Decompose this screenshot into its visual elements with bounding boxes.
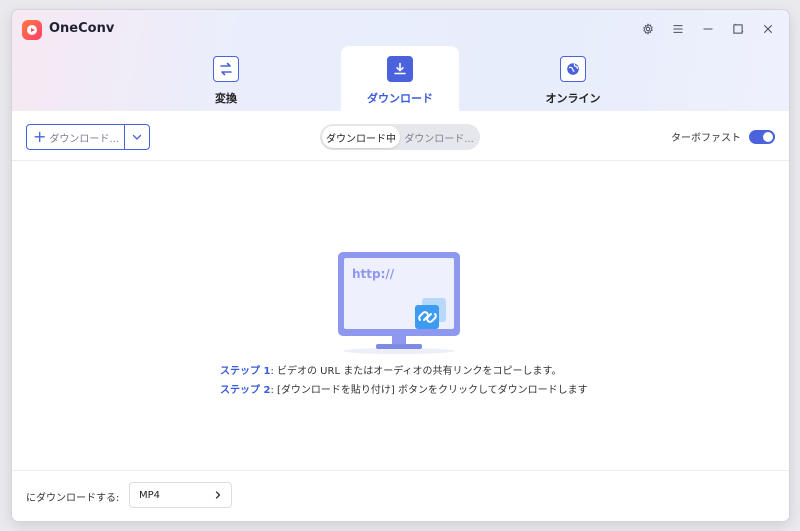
tab-online[interactable]: オンライン bbox=[514, 46, 632, 111]
window-controls bbox=[635, 18, 781, 40]
monitor-url-text: http:// bbox=[352, 267, 395, 281]
tab-label: 変換 bbox=[215, 92, 237, 105]
paste-download-dropdown[interactable] bbox=[124, 125, 149, 149]
output-format-value: MP4 bbox=[139, 489, 161, 501]
paste-download-main[interactable]: + ダウンロード... bbox=[27, 125, 124, 149]
turbo-fast-label: ターボファスト bbox=[671, 133, 741, 144]
step-2: ステップ 2: [ダウンロードを貼り付け] ボタンをクリックしてダウンロードしま… bbox=[220, 381, 588, 400]
step-1: ステップ 1: ビデオの URL またはオーディオの共有リンクをコピーします。 bbox=[220, 362, 588, 381]
plus-icon: + bbox=[33, 127, 47, 146]
menu-icon[interactable] bbox=[665, 18, 691, 40]
close-icon[interactable] bbox=[755, 18, 781, 40]
maximize-icon[interactable] bbox=[725, 18, 751, 40]
step-2-prefix: ステップ 2 bbox=[220, 385, 271, 396]
step-1-text: : ビデオの URL またはオーディオの共有リンクをコピーします。 bbox=[270, 366, 562, 377]
turbo-fast-control: ターボファスト bbox=[671, 129, 775, 144]
paste-download-label: ダウンロード... bbox=[49, 133, 119, 145]
download-icon bbox=[387, 56, 413, 82]
tab-download[interactable]: ダウンロード bbox=[341, 46, 459, 111]
download-to-label: にダウンロードする: bbox=[26, 493, 120, 504]
chevron-down-icon bbox=[132, 134, 142, 140]
output-format-select[interactable]: MP4 bbox=[129, 482, 232, 508]
toolbar: + ダウンロード... ダウンロード中 ダウンロード... ターボファスト bbox=[12, 111, 789, 161]
tab-convert[interactable]: 変換 bbox=[167, 46, 285, 111]
step-1-prefix: ステップ 1 bbox=[220, 366, 271, 377]
footer: にダウンロードする: MP4 bbox=[12, 470, 789, 521]
settings-gear-icon[interactable] bbox=[635, 18, 661, 40]
chevron-right-icon bbox=[215, 491, 221, 499]
tab-label: オンライン bbox=[545, 92, 601, 105]
swap-arrows-icon bbox=[213, 56, 239, 82]
app-window: OneConv 変換 ダウンロード オンライン + ダウンロード... ダウンロ… bbox=[12, 10, 789, 521]
app-logo-icon bbox=[22, 20, 42, 40]
instruction-steps: ステップ 1: ビデオの URL またはオーディオの共有リンクをコピーします。 … bbox=[220, 362, 588, 400]
globe-icon bbox=[560, 56, 586, 82]
download-status-switch: ダウンロード中 ダウンロード... bbox=[320, 124, 480, 150]
title-bar: OneConv bbox=[12, 10, 789, 46]
header: OneConv 変換 ダウンロード オンライン bbox=[12, 10, 789, 111]
paste-download-button: + ダウンロード... bbox=[26, 124, 150, 150]
app-title: OneConv bbox=[49, 21, 115, 36]
tab-label: ダウンロード bbox=[367, 92, 433, 105]
minimize-icon[interactable] bbox=[695, 18, 721, 40]
turbo-fast-toggle[interactable] bbox=[749, 129, 775, 144]
paste-url-illustration: http:// bbox=[334, 248, 464, 358]
step-2-text: : [ダウンロードを貼り付け] ボタンをクリックしてダウンロードします bbox=[270, 385, 588, 396]
segment-downloading[interactable]: ダウンロード中 bbox=[322, 126, 400, 148]
segment-downloaded[interactable]: ダウンロード... bbox=[400, 126, 478, 148]
